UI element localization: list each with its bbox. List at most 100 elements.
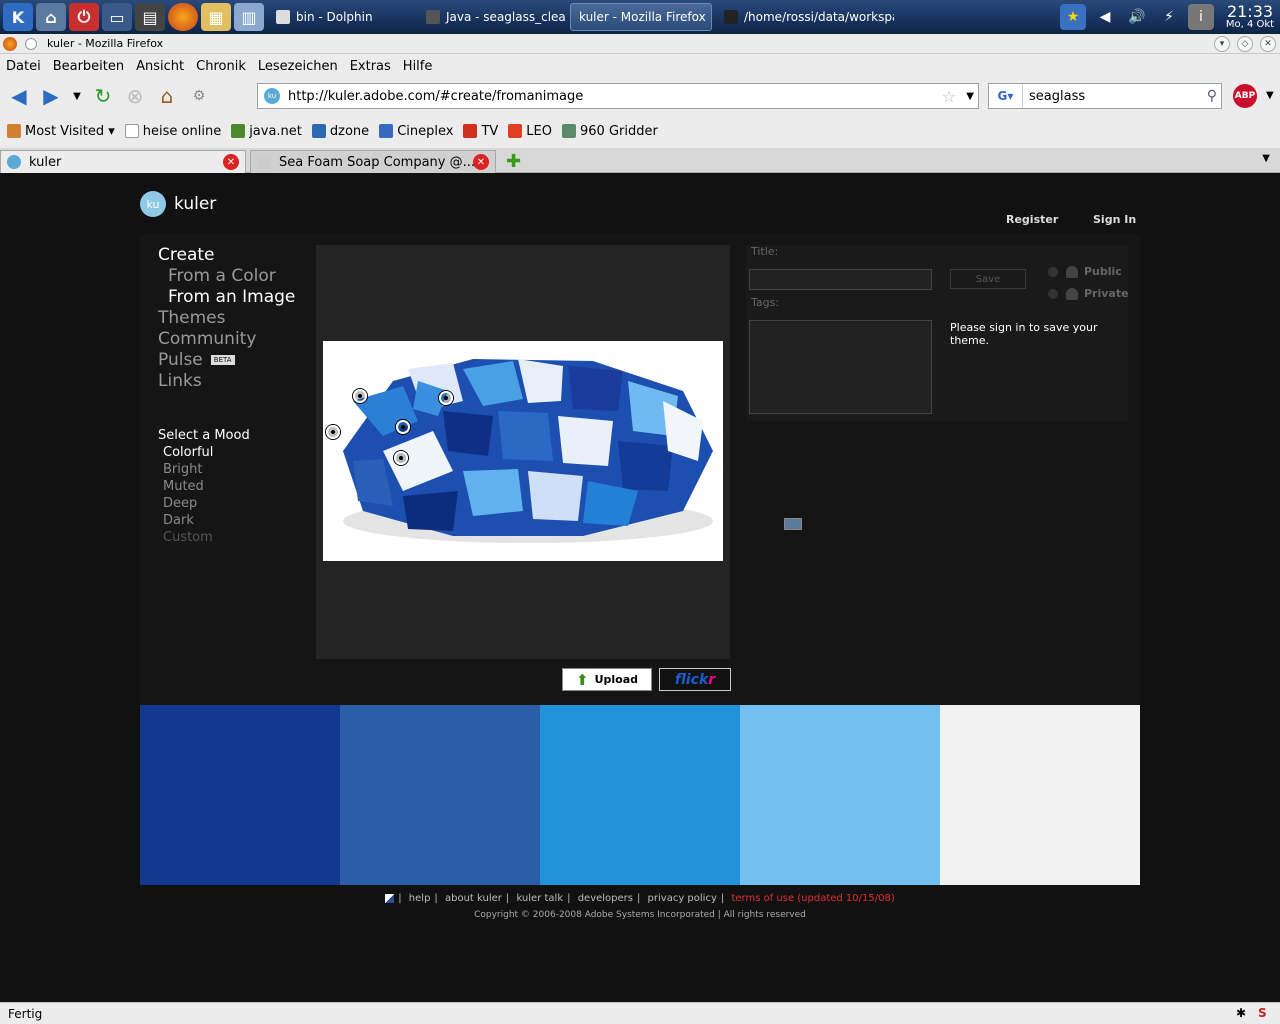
- search-input[interactable]: seaglass: [1029, 89, 1085, 104]
- color-picker-handle[interactable]: [396, 420, 410, 434]
- terminal-icon[interactable]: ▤: [135, 3, 165, 31]
- shutdown-icon[interactable]: ⏻: [69, 3, 99, 31]
- new-tab-icon[interactable]: ✚: [506, 151, 521, 172]
- bookmark-most-visited[interactable]: Most Visited ▾: [7, 124, 115, 139]
- mood-dark[interactable]: Dark: [158, 512, 250, 529]
- about-kuler-link[interactable]: about kuler: [445, 893, 502, 904]
- mood-custom[interactable]: Custom: [158, 529, 250, 546]
- info-icon[interactable]: i: [1188, 4, 1214, 30]
- private-radio[interactable]: [1048, 288, 1058, 299]
- bookmark-cineplex[interactable]: Cineplex: [379, 124, 453, 139]
- terms-of-use-link[interactable]: terms of use (updated 10/15/08): [731, 893, 894, 904]
- back-button[interactable]: ◀: [6, 83, 32, 109]
- tab-sea-foam[interactable]: Sea Foam Soap Company @... ✕: [250, 150, 496, 173]
- home-button[interactable]: ⌂: [154, 83, 180, 109]
- stop-button[interactable]: ⊗: [122, 83, 148, 109]
- menu-extras[interactable]: Extras: [350, 59, 391, 74]
- nav-community[interactable]: Community: [158, 329, 295, 350]
- bookmark-star-icon[interactable]: ★: [1060, 4, 1086, 30]
- developers-link[interactable]: developers: [578, 893, 633, 904]
- maximize-button[interactable]: ◇: [1237, 36, 1253, 52]
- kuler-logo[interactable]: ku kuler: [140, 191, 216, 217]
- swatch-5[interactable]: [940, 705, 1140, 885]
- task-firefox[interactable]: kuler - Mozilla Firefox: [570, 3, 712, 31]
- nav-from-color[interactable]: From a Color: [158, 266, 295, 287]
- menu-chronik[interactable]: Chronik: [196, 59, 246, 74]
- adblock-plus-icon[interactable]: ABP: [1233, 84, 1257, 108]
- menu-ansicht[interactable]: Ansicht: [136, 59, 184, 74]
- menu-bearbeiten[interactable]: Bearbeiten: [53, 59, 124, 74]
- firefox-launcher-icon[interactable]: [168, 3, 198, 31]
- mood-deep[interactable]: Deep: [158, 495, 250, 512]
- bookmark-tv[interactable]: TV: [463, 124, 498, 139]
- bookmark-heise[interactable]: heise online: [124, 124, 221, 139]
- private-option[interactable]: Private: [1048, 287, 1129, 300]
- task-dolphin[interactable]: bin - Dolphin: [268, 3, 414, 31]
- desktop-icon[interactable]: ▭: [102, 3, 132, 31]
- menu-lesezeichen[interactable]: Lesezeichen: [258, 59, 338, 74]
- color-picker-handle[interactable]: [394, 451, 408, 465]
- bookmark-dzone[interactable]: dzone: [311, 124, 369, 139]
- nav-links[interactable]: Links: [158, 371, 295, 392]
- network-icon[interactable]: ⚡: [1156, 4, 1182, 30]
- flickr-button[interactable]: flick r: [659, 668, 731, 691]
- upload-button[interactable]: ⬆ Upload: [562, 668, 652, 691]
- reload-button[interactable]: ↻: [90, 83, 116, 109]
- color-picker-handle[interactable]: [353, 389, 367, 403]
- color-picker-handle[interactable]: [439, 391, 453, 405]
- mood-bright[interactable]: Bright: [158, 461, 250, 478]
- menu-hilfe[interactable]: Hilfe: [403, 59, 433, 74]
- swatch-4[interactable]: [740, 705, 940, 885]
- close-tab-icon[interactable]: ✕: [223, 154, 239, 170]
- bug-icon[interactable]: ✱: [1236, 1006, 1252, 1022]
- pin-icon[interactable]: [25, 37, 37, 50]
- bookmark-960-gridder[interactable]: 960 Gridder: [562, 124, 658, 139]
- swatch-2[interactable]: [340, 705, 540, 885]
- editor-icon[interactable]: ▥: [234, 3, 264, 31]
- task-terminal[interactable]: /home/rossi/data/workspac: [716, 3, 894, 31]
- register-link[interactable]: Register: [1006, 213, 1058, 226]
- privacy-policy-link[interactable]: privacy policy: [648, 893, 717, 904]
- clock[interactable]: 21:33 Mo, 4 Okt: [1220, 4, 1280, 30]
- bookmark-star-icon[interactable]: ☆: [942, 87, 956, 106]
- addon-icon[interactable]: ⚙: [186, 83, 212, 109]
- help-link[interactable]: help: [409, 893, 431, 904]
- menu-datei[interactable]: Datei: [6, 59, 41, 74]
- bookmark-leo[interactable]: LEO: [508, 124, 552, 139]
- task-java[interactable]: Java - seaglass_clean/src/...: [418, 3, 566, 31]
- search-bar[interactable]: G ▾ seaglass ⚲: [988, 83, 1222, 109]
- mood-colorful[interactable]: Colorful: [158, 444, 250, 461]
- back-arrow-icon[interactable]: ◀: [1092, 4, 1118, 30]
- nav-from-image[interactable]: From an Image: [158, 287, 295, 308]
- search-icon[interactable]: ⚲: [1207, 88, 1217, 104]
- kde-menu-icon[interactable]: K: [3, 3, 33, 31]
- forward-button[interactable]: ▶: [38, 83, 64, 109]
- sign-in-link[interactable]: Sign In: [1093, 213, 1136, 226]
- swatch-3[interactable]: [540, 705, 740, 885]
- tab-kuler[interactable]: kuler ✕: [0, 150, 246, 173]
- nav-pulse[interactable]: Pulse BETA: [158, 350, 295, 371]
- tags-input[interactable]: [749, 320, 932, 414]
- mood-muted[interactable]: Muted: [158, 478, 250, 495]
- tab-list-icon[interactable]: ▼: [1262, 153, 1270, 164]
- kuler-talk-link[interactable]: kuler talk: [516, 893, 563, 904]
- image-thumbnail-icon[interactable]: [784, 518, 802, 530]
- bookmark-java-net[interactable]: java.net: [231, 124, 302, 139]
- close-button[interactable]: ✕: [1260, 36, 1276, 52]
- color-picker-handle[interactable]: [326, 425, 340, 439]
- save-button[interactable]: Save: [950, 269, 1026, 289]
- sea-glass-photo[interactable]: [323, 341, 723, 561]
- url-bar[interactable]: ku http://kuler.adobe.com/#create/froman…: [257, 83, 979, 109]
- toolbar-menu-icon[interactable]: ▼: [1266, 90, 1274, 101]
- nav-create[interactable]: Create: [158, 245, 295, 266]
- history-dropdown-icon[interactable]: ▼: [70, 83, 84, 109]
- swatch-1[interactable]: [140, 705, 340, 885]
- public-option[interactable]: Public: [1048, 265, 1122, 278]
- title-input[interactable]: [749, 269, 932, 290]
- nav-themes[interactable]: Themes: [158, 308, 295, 329]
- public-radio[interactable]: [1048, 266, 1058, 277]
- volume-icon[interactable]: 🔊: [1124, 4, 1150, 30]
- url-dropdown-icon[interactable]: ▼: [966, 91, 974, 102]
- close-tab-icon[interactable]: ✕: [473, 154, 489, 170]
- home-folder-icon[interactable]: ⌂: [36, 3, 66, 31]
